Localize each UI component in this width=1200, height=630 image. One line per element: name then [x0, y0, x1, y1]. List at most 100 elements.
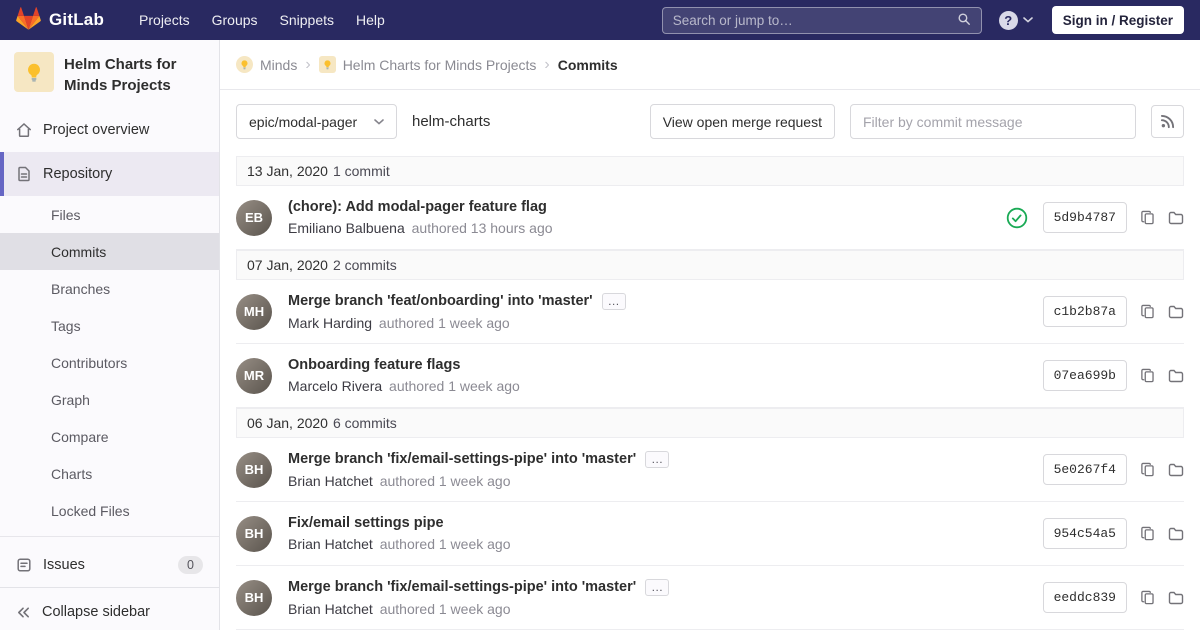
nav-projects[interactable]: Projects: [128, 2, 201, 38]
commit-count-label: 6 commits: [332, 415, 397, 431]
commit-sha-link[interactable]: 954c54a5: [1042, 518, 1127, 549]
branch-selector-value: epic/modal-pager: [249, 113, 358, 130]
copy-icon: [1140, 590, 1155, 605]
commits-feed-button[interactable]: [1151, 105, 1184, 138]
gitlab-home-link[interactable]: GitLab: [16, 6, 104, 34]
user-avatar[interactable]: MR: [236, 357, 272, 394]
collapse-sidebar-button[interactable]: Collapse sidebar: [0, 587, 219, 630]
sign-in-button[interactable]: Sign in / Register: [1051, 6, 1184, 34]
commit-list: 13 Jan, 2020 1 commit EB (chore): Add mo…: [220, 156, 1200, 630]
browse-files-button[interactable]: [1168, 368, 1184, 384]
nav-help[interactable]: Help: [345, 2, 396, 38]
copy-icon: [1140, 210, 1155, 225]
commit-title-link[interactable]: Fix/email settings pipe: [288, 515, 444, 531]
sidebar-item-commits[interactable]: Commits: [0, 233, 219, 270]
chevron-down-icon: [374, 119, 384, 125]
browse-files-button[interactable]: [1168, 304, 1184, 320]
rss-icon: [1160, 114, 1175, 129]
sidebar-item-graph[interactable]: Graph: [0, 381, 219, 418]
user-avatar[interactable]: BH: [236, 579, 272, 616]
commit-sha-link[interactable]: 07ea699b: [1042, 360, 1127, 391]
commit-sha-link[interactable]: 5e0267f4: [1042, 454, 1127, 485]
copy-sha-button[interactable]: [1140, 210, 1155, 225]
breadcrumb-separator: ›: [305, 55, 311, 73]
toggle-description-button[interactable]: …: [601, 292, 626, 310]
toggle-description-button[interactable]: …: [645, 450, 670, 468]
commit-time: authored 1 week ago: [379, 472, 511, 489]
project-avatar[interactable]: [14, 52, 54, 92]
toggle-description-button[interactable]: …: [645, 578, 670, 596]
commit-title-link[interactable]: Merge branch 'fix/email-settings-pipe' i…: [288, 579, 636, 595]
commit-author-link[interactable]: Brian Hatchet: [288, 473, 373, 489]
copy-icon: [1140, 526, 1155, 541]
copy-sha-button[interactable]: [1140, 304, 1155, 319]
sidebar-item-files[interactable]: Files: [0, 196, 219, 233]
sidebar-item-project-overview[interactable]: Project overview: [0, 108, 219, 152]
breadcrumb-separator: ›: [544, 55, 550, 73]
user-avatar[interactable]: BH: [236, 515, 272, 552]
pipeline-passed-icon[interactable]: [1006, 207, 1028, 229]
folder-icon: [1168, 526, 1184, 542]
commit-actions: 5e0267f4: [1042, 454, 1184, 485]
commit-author-link[interactable]: Brian Hatchet: [288, 601, 373, 617]
copy-sha-button[interactable]: [1140, 590, 1155, 605]
commit-filter-input[interactable]: [850, 104, 1136, 139]
commit-sha-link[interactable]: 5d9b4787: [1042, 202, 1127, 233]
commit-author-link[interactable]: Mark Harding: [288, 315, 372, 331]
copy-sha-button[interactable]: [1140, 526, 1155, 541]
commit-title-link[interactable]: Merge branch 'fix/email-settings-pipe' i…: [288, 451, 636, 467]
copy-sha-button[interactable]: [1140, 462, 1155, 477]
project-header: Helm Charts for Minds Projects: [0, 40, 219, 106]
breadcrumb-current-page: Commits: [557, 56, 618, 73]
nav-snippets[interactable]: Snippets: [269, 2, 345, 38]
collapse-label: Collapse sidebar: [42, 604, 151, 620]
breadcrumb: Minds › Helm Charts for Minds Projects ›…: [220, 40, 1200, 90]
user-avatar[interactable]: EB: [236, 199, 272, 236]
help-icon: ?: [998, 10, 1018, 30]
browse-files-button[interactable]: [1168, 210, 1184, 226]
commit-actions: c1b2b87a: [1042, 296, 1184, 327]
commit-title-link[interactable]: Merge branch 'feat/onboarding' into 'mas…: [288, 293, 593, 309]
sidebar-item-label: Repository: [43, 166, 113, 182]
commit-sha-link[interactable]: eeddc839: [1042, 582, 1127, 613]
commit-info: Merge branch 'fix/email-settings-pipe' i…: [288, 578, 670, 617]
sidebar-item-label: Issues: [43, 557, 85, 573]
search-input[interactable]: [672, 12, 957, 28]
commit-author-link[interactable]: Emiliano Balbuena: [288, 220, 405, 236]
commit-count-label: 2 commits: [332, 257, 397, 273]
commit-title-link[interactable]: (chore): Add modal-pager feature flag: [288, 199, 547, 215]
commit-row: BH Merge branch 'fix/email-settings-pipe…: [236, 438, 1184, 502]
sidebar-item-issues[interactable]: Issues 0: [0, 543, 219, 587]
commit-time: authored 1 week ago: [379, 536, 511, 552]
help-menu[interactable]: ?: [998, 10, 1033, 30]
browse-files-button[interactable]: [1168, 526, 1184, 542]
sidebar-item-contributors[interactable]: Contributors: [0, 344, 219, 381]
breadcrumb-project-link[interactable]: Helm Charts for Minds Projects: [318, 56, 536, 73]
user-avatar[interactable]: MH: [236, 293, 272, 330]
sidebar-item-charts[interactable]: Charts: [0, 455, 219, 492]
sidebar-item-branches[interactable]: Branches: [0, 270, 219, 307]
sidebar-item-compare[interactable]: Compare: [0, 418, 219, 455]
user-avatar[interactable]: BH: [236, 451, 272, 488]
browse-files-button[interactable]: [1168, 590, 1184, 606]
view-merge-request-button[interactable]: View open merge request: [649, 104, 835, 139]
collapse-icon: [18, 606, 29, 618]
repo-path-label: helm-charts: [412, 113, 491, 130]
commit-count-label: 1 commit: [332, 163, 390, 179]
copy-sha-button[interactable]: [1140, 368, 1155, 383]
sidebar-item-tags[interactable]: Tags: [0, 307, 219, 344]
commit-sha-link[interactable]: c1b2b87a: [1042, 296, 1127, 327]
commit-date-header: 07 Jan, 2020 2 commits: [236, 250, 1184, 280]
sidebar-item-repository[interactable]: Repository: [0, 152, 219, 196]
browse-files-button[interactable]: [1168, 462, 1184, 478]
nav-groups[interactable]: Groups: [201, 2, 269, 38]
commit-row: MR Onboarding feature flags Marcelo Rive…: [236, 344, 1184, 408]
folder-icon: [1168, 368, 1184, 384]
commit-author-link[interactable]: Brian Hatchet: [288, 536, 373, 552]
branch-selector-dropdown[interactable]: epic/modal-pager: [236, 104, 397, 139]
commit-actions: 954c54a5: [1042, 518, 1184, 549]
commit-author-link[interactable]: Marcelo Rivera: [288, 378, 382, 394]
breadcrumb-group-link[interactable]: Minds: [236, 56, 297, 73]
commit-title-link[interactable]: Onboarding feature flags: [288, 357, 460, 373]
sidebar-item-locked-files[interactable]: Locked Files: [0, 492, 219, 529]
